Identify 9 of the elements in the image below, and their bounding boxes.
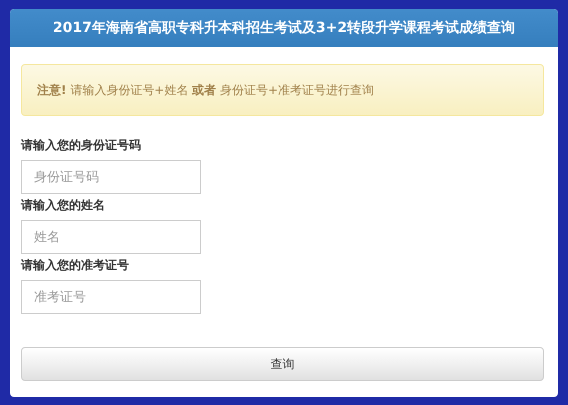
- input-field[interactable]: 准考证号: [21, 280, 201, 314]
- panel-title: 2017年海南省高职专科升本科招生考试及3+2转段升学课程考试成绩查询: [10, 9, 558, 47]
- query-button[interactable]: 查询: [21, 347, 544, 381]
- input-field[interactable]: 姓名: [21, 220, 201, 254]
- field-label: 请输入您的身份证号码: [21, 138, 142, 152]
- notice-alert: 注意! 请输入身份证号+姓名 或者 身份证号+准考证号进行查询: [21, 64, 544, 116]
- field-label: 请输入您的姓名: [21, 198, 106, 212]
- field-label: 请输入您的准考证号: [21, 258, 130, 272]
- input-field[interactable]: 身份证号码: [21, 160, 201, 194]
